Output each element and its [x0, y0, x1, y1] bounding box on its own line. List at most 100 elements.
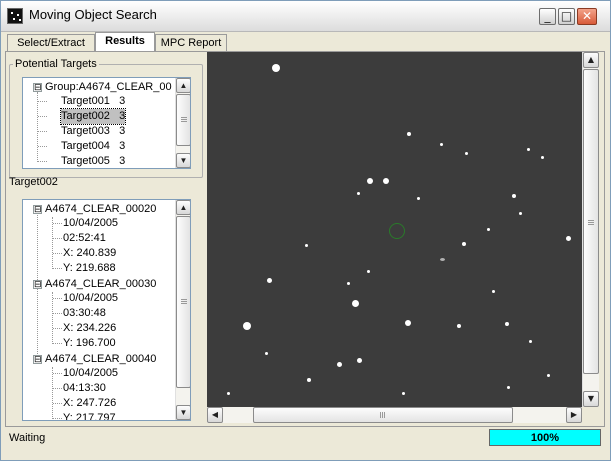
tree-connector: [38, 101, 47, 102]
app-icon: [7, 8, 23, 24]
target-name: Target001: [61, 95, 110, 107]
window-title: Moving Object Search: [29, 7, 157, 22]
scroll-thumb[interactable]: [176, 94, 190, 146]
target-count: 3: [119, 155, 126, 167]
galaxy: [440, 258, 445, 261]
image-vertical-scrollbar[interactable]: ▲ ▼: [582, 52, 599, 407]
target-name: Target004: [61, 140, 110, 152]
close-button[interactable]: ✕: [577, 8, 597, 25]
target-item[interactable]: Target001 3: [61, 94, 125, 109]
tree-connector: [53, 343, 62, 344]
star: [347, 282, 350, 285]
star: [541, 156, 544, 159]
tree-connector: [38, 146, 47, 147]
target-item[interactable]: Target005 3: [61, 154, 126, 168]
frame-y: Y: 217.797: [63, 412, 116, 421]
star: [402, 392, 405, 395]
tree-connector: [53, 298, 62, 299]
star: [417, 197, 420, 200]
collapse-icon[interactable]: ⊟: [33, 280, 42, 289]
scroll-down-button[interactable]: ▼: [176, 153, 190, 168]
tab-select-extract[interactable]: Select/Extract: [7, 34, 95, 51]
tab-mpc-report[interactable]: MPC Report: [155, 34, 227, 51]
potential-targets-tree[interactable]: ⊟ Group:A4674_CLEAR_00 Target001 3 Targe…: [22, 77, 191, 169]
title-bar[interactable]: Moving Object Search _ □ ✕: [1, 1, 610, 32]
potential-targets-label: Potential Targets: [13, 58, 99, 70]
tree-connector: [53, 403, 62, 404]
star: [243, 322, 251, 330]
frame-x: X: 247.726: [63, 397, 117, 409]
app-window: Moving Object Search _ □ ✕ Select/Extrac…: [0, 0, 611, 461]
star: [492, 290, 495, 293]
target-item-selected[interactable]: Target002 3: [59, 108, 127, 125]
progress-bar: 100%: [489, 429, 601, 446]
scroll-left-button[interactable]: ◀: [207, 407, 223, 423]
collapse-icon[interactable]: ⊟: [33, 83, 42, 92]
star: [305, 244, 308, 247]
tree-connector: [52, 217, 53, 269]
scroll-down-button[interactable]: ▼: [583, 391, 599, 407]
star: [407, 132, 411, 136]
target-count: 3: [119, 125, 126, 137]
target-name: Target002: [61, 110, 110, 122]
targets-scrollbar[interactable]: ▲ ▼: [175, 78, 190, 168]
star: [529, 340, 532, 343]
tab-results[interactable]: Results: [95, 32, 155, 51]
target-item[interactable]: Target003 3: [61, 124, 125, 139]
maximize-button[interactable]: □: [558, 8, 575, 25]
star: [519, 212, 522, 215]
tree-connector: [52, 367, 53, 420]
target-marker-circle: [389, 223, 405, 239]
tree-connector: [53, 223, 62, 224]
frame-date: 10/04/2005: [63, 292, 119, 304]
tree-root-group[interactable]: Group:A4674_CLEAR_00: [45, 80, 172, 95]
star: [307, 378, 311, 382]
scroll-up-button[interactable]: ▲: [583, 52, 599, 68]
star: [367, 178, 373, 184]
minimize-button[interactable]: _: [539, 8, 556, 25]
scroll-thumb[interactable]: [583, 69, 599, 374]
frame-date: 10/04/2005: [63, 217, 119, 229]
frame-x: X: 240.839: [63, 247, 117, 259]
star: [547, 374, 550, 377]
selected-target-label: Target002: [9, 176, 58, 188]
star: [227, 392, 230, 395]
frame-time: 04:13:30: [63, 382, 106, 394]
scroll-up-button[interactable]: ▲: [176, 78, 190, 93]
star-field-image[interactable]: [207, 52, 582, 407]
scroll-thumb[interactable]: [176, 216, 190, 388]
status-bar: Waiting 100%: [5, 428, 605, 448]
star: [352, 300, 359, 307]
star: [487, 228, 490, 231]
target-count: 3: [119, 110, 126, 122]
star: [337, 362, 342, 367]
star: [267, 278, 272, 283]
scroll-up-button[interactable]: ▲: [176, 200, 190, 215]
tree-connector: [53, 328, 62, 329]
star: [465, 152, 468, 155]
tree-connector: [53, 253, 62, 254]
star: [457, 324, 461, 328]
frame-x: X: 234.226: [63, 322, 117, 334]
tree-connector: [52, 292, 53, 344]
frame-node[interactable]: A4674_CLEAR_00040: [45, 352, 156, 367]
target-item[interactable]: Target004 3: [61, 139, 125, 154]
star: [383, 178, 389, 184]
frame-node[interactable]: A4674_CLEAR_00030: [45, 277, 156, 292]
scroll-thumb[interactable]: [253, 407, 513, 423]
star: [357, 358, 362, 363]
tree-connector: [53, 418, 62, 419]
tree-connector: [53, 238, 62, 239]
frame-node[interactable]: A4674_CLEAR_00020: [45, 202, 156, 217]
tree-connector: [37, 92, 38, 162]
target-detail-tree[interactable]: ⊟ A4674_CLEAR_00020 10/04/2005 02:52:41 …: [22, 199, 191, 421]
image-horizontal-scrollbar[interactable]: ◀ ▶: [207, 407, 582, 423]
collapse-icon[interactable]: ⊟: [33, 355, 42, 364]
scroll-down-button[interactable]: ▼: [176, 405, 190, 420]
star: [527, 148, 530, 151]
star: [505, 322, 509, 326]
star: [357, 192, 360, 195]
collapse-icon[interactable]: ⊟: [33, 205, 42, 214]
scroll-right-button[interactable]: ▶: [566, 407, 582, 423]
details-scrollbar[interactable]: ▲ ▼: [175, 200, 190, 420]
